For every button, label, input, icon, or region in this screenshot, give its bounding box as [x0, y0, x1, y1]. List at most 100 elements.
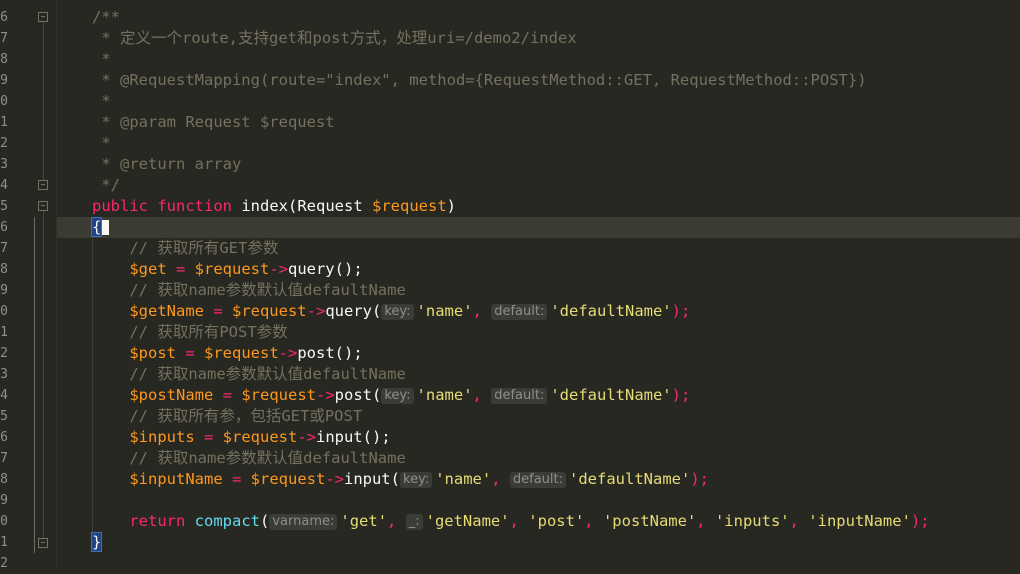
line-number: 5 [0, 409, 8, 424]
operator: -> [297, 428, 316, 446]
variable: $request [222, 428, 298, 446]
gutter-divider [56, 0, 57, 569]
punctuation: ); [910, 512, 930, 530]
fold-collapse-icon[interactable] [38, 12, 48, 22]
string-literal: 'defaultName' [550, 302, 672, 320]
parameter-hint: default: [509, 472, 566, 488]
parameter-hint: key: [400, 472, 433, 488]
punctuation: ) [446, 197, 457, 215]
line-number: 2 [0, 556, 8, 571]
operator: -> [325, 470, 344, 488]
string-literal: 'inputs' [714, 512, 790, 530]
operator: -> [269, 260, 288, 278]
operator: -> [278, 344, 298, 362]
doc-comment-description: * 定义一个route,支持get和post方式，处理uri=/demo2/in… [92, 29, 577, 47]
punctuation: (); [334, 260, 363, 278]
line-comment: // 获取所有GET参数 [129, 239, 279, 257]
doc-comment-blank: * [92, 134, 111, 152]
method-call: post [334, 386, 372, 404]
line-number: 4 [0, 388, 8, 403]
punctuation: (); [334, 344, 363, 362]
operator: = [213, 386, 242, 404]
variable: $getName [129, 302, 204, 320]
method-call: query [325, 302, 372, 320]
keyword: public [92, 197, 148, 215]
punctuation: ( [390, 470, 400, 488]
line-number: 7 [0, 451, 8, 466]
method-call: post [297, 344, 335, 362]
punctuation: ( [371, 386, 382, 404]
fold-range-line [43, 22, 44, 180]
variable: $postName [129, 386, 214, 404]
code-line: } [90, 532, 930, 553]
variable: $request [241, 386, 316, 404]
code-line: $inputName = $request->input(key:'name',… [92, 469, 930, 490]
line-number: 6 [0, 430, 8, 445]
doc-comment-blank: * [92, 92, 111, 110]
parameter-hint: default: [491, 388, 548, 404]
line-number: 9 [0, 283, 8, 298]
string-literal: 'defaultName' [550, 386, 672, 404]
parameter-hint: key: [381, 304, 414, 320]
param-variable: $request [372, 197, 447, 215]
doc-comment-open: /** [92, 8, 120, 26]
text-cursor [101, 220, 110, 235]
code-line: * [92, 91, 930, 112]
fold-end-icon[interactable] [38, 180, 48, 190]
operator: = [166, 260, 195, 278]
line-number: 0 [0, 304, 8, 319]
code-line: $postName = $request->post(key:'name', d… [92, 385, 930, 406]
method-call: query [287, 260, 335, 278]
line-comment: // 获取name参数默认值defaultName [129, 449, 406, 467]
keyword: return [129, 512, 186, 530]
doc-comment-annotation: * @RequestMapping(route="index", method=… [92, 71, 867, 89]
variable: $request [231, 302, 307, 320]
variable: $inputName [129, 470, 223, 488]
string-literal: 'name' [416, 302, 473, 320]
string-literal: 'defaultName' [569, 470, 691, 488]
method-call: input [343, 470, 391, 488]
variable: $get [129, 260, 167, 278]
line-comment: // 获取所有参，包括GET或POST [129, 407, 363, 425]
line-number: 2 [0, 136, 8, 151]
code-line: { [90, 217, 930, 238]
operator: = [203, 302, 232, 320]
variable: $post [129, 344, 176, 362]
line-number: 4 [0, 178, 8, 193]
code-line: $post = $request->post(); [92, 343, 930, 364]
string-literal: 'getName' [425, 512, 510, 530]
fold-end-icon[interactable] [38, 538, 48, 548]
code-editor[interactable]: 6 7 8 9 0 1 2 3 4 5 6 7 8 9 0 1 2 3 4 5 … [0, 0, 1020, 571]
code-line: $inputs = $request->input(); [92, 427, 930, 448]
parameter-hint: varname: [269, 514, 338, 530]
variable: $request [204, 344, 279, 362]
code-line: * [92, 133, 930, 154]
punctuation: ); [671, 302, 691, 320]
punctuation: , [509, 512, 529, 530]
punctuation: , [584, 512, 603, 530]
line-number: 7 [0, 31, 8, 46]
punctuation: (); [362, 428, 391, 446]
code-line: */ [92, 175, 930, 196]
line-number: 2 [0, 346, 8, 361]
code-text[interactable]: /** * 定义一个route,支持get和post方式，处理uri=/demo… [90, 7, 930, 553]
fold-collapse-icon[interactable] [38, 201, 48, 211]
fold-range-line [43, 211, 44, 538]
indent-guide [34, 217, 35, 553]
punctuation: , [472, 302, 492, 320]
line-number: 3 [0, 367, 8, 382]
operator: -> [315, 386, 335, 404]
code-line: * [92, 49, 930, 70]
line-number: 0 [0, 514, 8, 529]
doc-comment-close: */ [92, 176, 120, 194]
doc-comment-blank: * [92, 50, 111, 68]
code-line: * @param Request $request [92, 112, 930, 133]
line-comment: // 获取所有POST参数 [129, 323, 288, 341]
punctuation: ( [260, 512, 270, 530]
line-number: 7 [0, 241, 8, 256]
return-line: return compact(varname:'get', _:'getName… [92, 511, 930, 532]
string-literal: 'name' [435, 470, 492, 488]
line-comment: // 获取name参数默认值defaultName [129, 365, 406, 383]
method-call: input [315, 428, 363, 446]
doc-comment-return: * @return array [92, 155, 242, 173]
